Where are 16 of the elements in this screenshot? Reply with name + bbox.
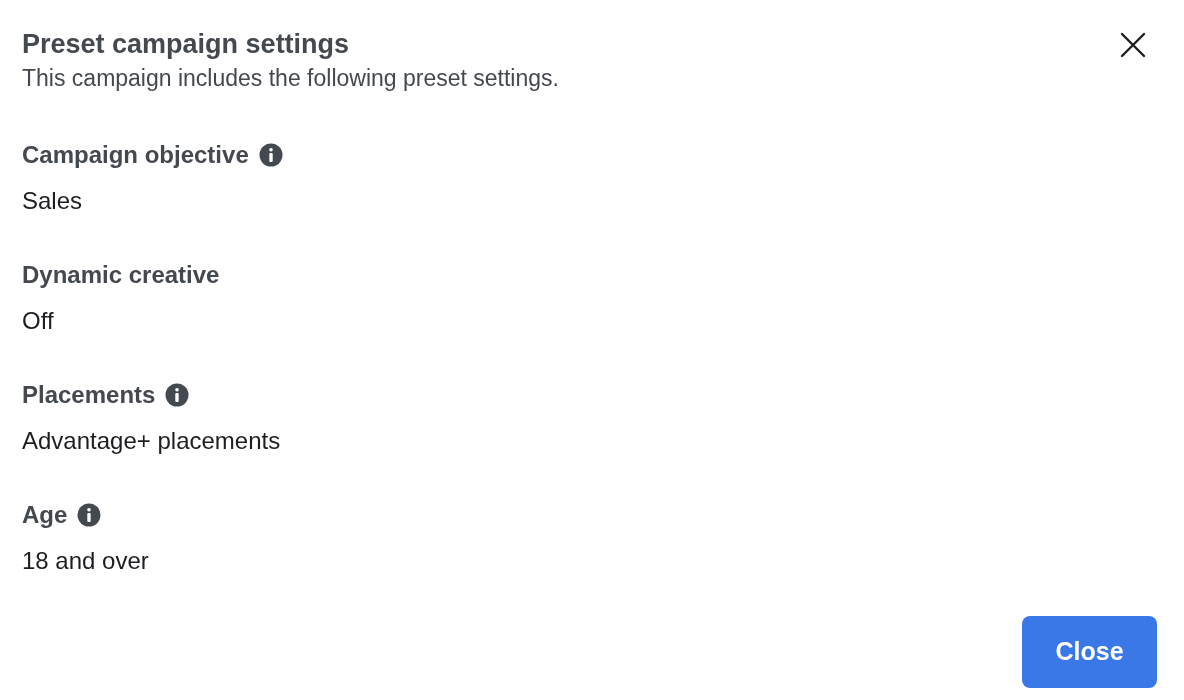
setting-value: Advantage+ placements: [22, 426, 281, 456]
setting-value: Sales: [22, 186, 83, 216]
close-button[interactable]: [1118, 30, 1148, 60]
close-button[interactable]: Close: [1022, 616, 1157, 688]
info-icon[interactable]: [258, 143, 283, 167]
dialog-subtitle: This campaign includes the following preset settings.: [22, 64, 559, 93]
setting-label: Age: [22, 500, 68, 530]
close-icon: [1120, 32, 1146, 58]
setting-value: 18 and over: [22, 546, 149, 576]
setting-label: Placements: [22, 380, 156, 410]
info-icon[interactable]: [77, 503, 102, 527]
setting-label: Campaign objective: [22, 140, 249, 170]
setting-label: Dynamic creative: [22, 260, 220, 290]
setting-value: Off: [22, 306, 54, 336]
dialog-title: Preset campaign settings: [22, 28, 350, 61]
info-icon[interactable]: [165, 383, 190, 407]
